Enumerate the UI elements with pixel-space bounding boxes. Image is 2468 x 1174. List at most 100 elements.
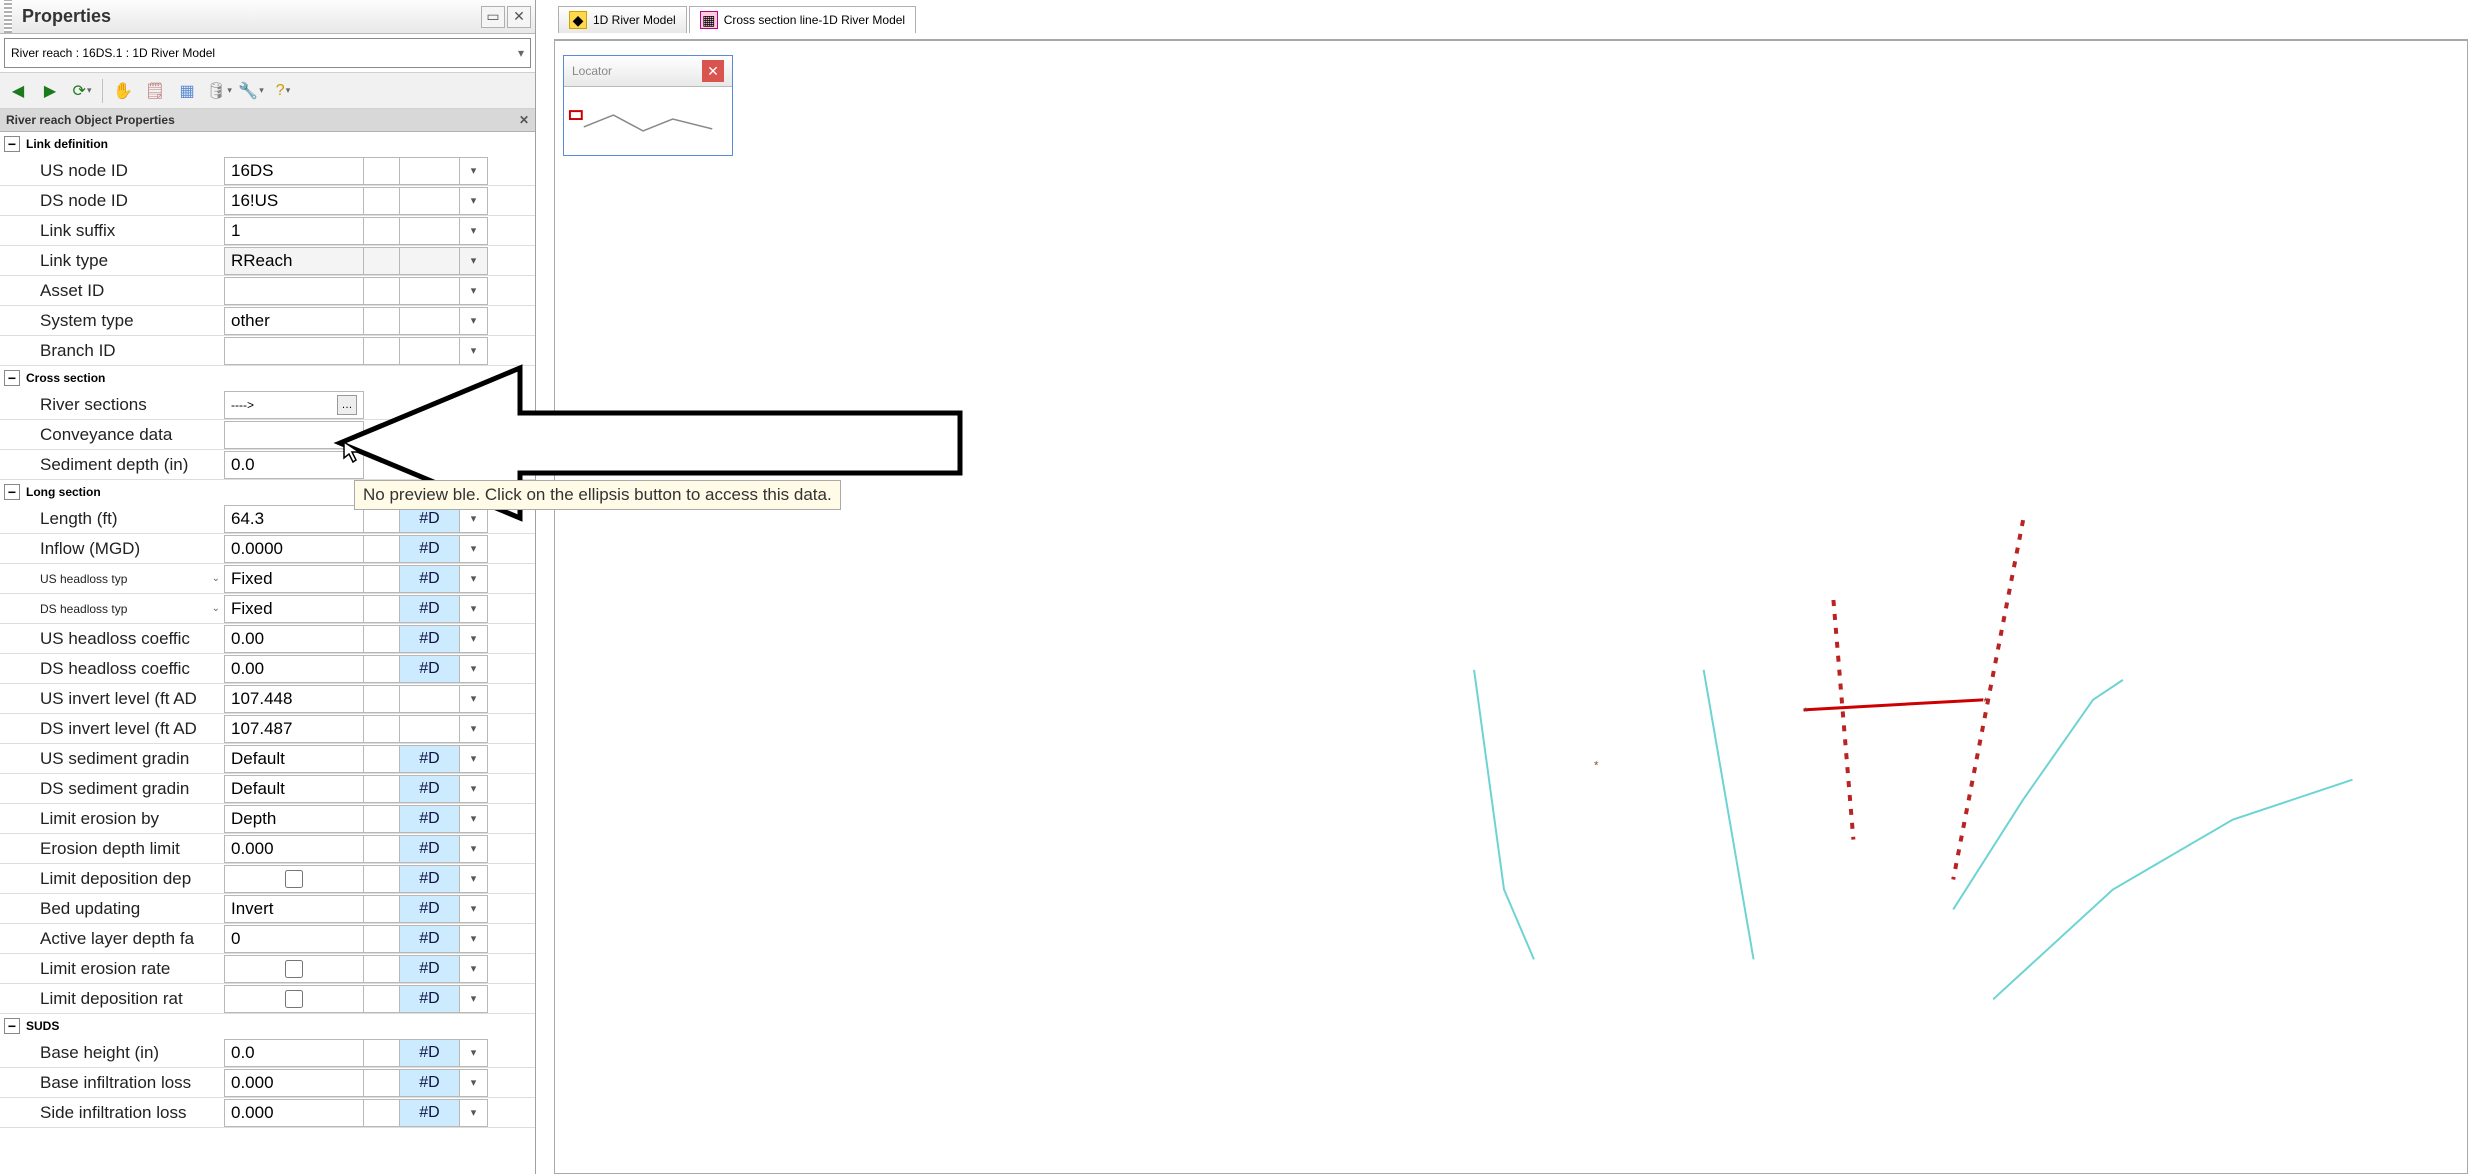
panel-title: Properties bbox=[18, 6, 479, 27]
flag-dropdown[interactable]: ▾ bbox=[460, 565, 488, 593]
flag-dropdown[interactable]: ▾ bbox=[460, 1069, 488, 1097]
us-node-id-input[interactable]: 16DS bbox=[224, 157, 364, 185]
notes-icon[interactable]: 🗒 bbox=[141, 77, 169, 105]
asset-id-input[interactable] bbox=[224, 277, 364, 305]
flag-dropdown[interactable]: ▾ bbox=[460, 805, 488, 833]
row-ds-invert: DS invert level (ft AD 107.487 ▾ bbox=[0, 714, 535, 744]
us-headloss-coef-input[interactable]: 0.00 bbox=[224, 625, 364, 653]
flag-dropdown[interactable]: ▾ bbox=[460, 895, 488, 923]
group-cross-section[interactable]: − Cross section bbox=[0, 366, 535, 390]
flag-dropdown[interactable]: ▾ bbox=[460, 925, 488, 953]
active-layer-depth-input[interactable]: 0 bbox=[224, 925, 364, 953]
flag-dropdown[interactable]: ▾ bbox=[460, 535, 488, 563]
collapse-icon[interactable]: − bbox=[4, 484, 20, 500]
prev-button[interactable]: ◀ bbox=[4, 77, 32, 105]
limit-dep-depth-check[interactable] bbox=[224, 865, 364, 893]
us-invert-input[interactable]: 107.448 bbox=[224, 685, 364, 713]
database-icon[interactable]: 🛢 bbox=[205, 77, 233, 105]
base-infil-input[interactable]: 0.000 bbox=[224, 1069, 364, 1097]
row-link-suffix: Link suffix 1 ▾ bbox=[0, 216, 535, 246]
flag-dropdown[interactable]: ▾ bbox=[460, 1099, 488, 1127]
group-label: Long section bbox=[26, 485, 101, 499]
flag-dropdown[interactable]: ▾ bbox=[460, 157, 488, 185]
flag-dropdown[interactable]: ▾ bbox=[460, 217, 488, 245]
flag-cell: #D bbox=[400, 745, 460, 773]
group-label: Cross section bbox=[26, 371, 105, 385]
refresh-button[interactable]: ⟳ bbox=[68, 77, 96, 105]
flag-dropdown[interactable]: ▾ bbox=[460, 865, 488, 893]
flag-dropdown[interactable]: ▾ bbox=[460, 337, 488, 365]
ds-headloss-type-input[interactable]: Fixed bbox=[224, 595, 364, 623]
limit-dep-rate-check[interactable] bbox=[224, 985, 364, 1013]
link-type-input[interactable]: RReach bbox=[224, 247, 364, 275]
ds-sed-grad-input[interactable]: Default bbox=[224, 775, 364, 803]
grid-icon[interactable]: ▦ bbox=[173, 77, 201, 105]
flag-dropdown[interactable]: ▾ bbox=[460, 955, 488, 983]
limit-erosion-by-input[interactable]: Depth bbox=[224, 805, 364, 833]
branch-id-input[interactable] bbox=[224, 337, 364, 365]
help-icon[interactable]: ? bbox=[269, 77, 297, 105]
flag-dropdown[interactable]: ▾ bbox=[460, 277, 488, 305]
next-button[interactable]: ▶ bbox=[36, 77, 64, 105]
ds-invert-input[interactable]: 107.487 bbox=[224, 715, 364, 743]
ds-headloss-coef-input[interactable]: 0.00 bbox=[224, 655, 364, 683]
tool-icon[interactable]: 🔧 bbox=[237, 77, 265, 105]
flag-dropdown[interactable]: ▾ bbox=[460, 715, 488, 743]
flag-cell: #D bbox=[400, 625, 460, 653]
length-input[interactable]: 64.3 bbox=[224, 505, 364, 533]
object-selector[interactable]: River reach : 16DS.1 : 1D River Model ▾ bbox=[4, 38, 531, 68]
flag-cell: #D bbox=[400, 955, 460, 983]
ds-node-id-input[interactable]: 16!US bbox=[224, 187, 364, 215]
collapse-icon[interactable]: − bbox=[4, 370, 20, 386]
erosion-depth-limit-input[interactable]: 0.000 bbox=[224, 835, 364, 863]
link-suffix-input[interactable]: 1 bbox=[224, 217, 364, 245]
group-suds[interactable]: − SUDS bbox=[0, 1014, 535, 1038]
row-limit-erosion-rate: Limit erosion rate #D ▾ bbox=[0, 954, 535, 984]
hand-icon[interactable]: ✋ bbox=[109, 77, 137, 105]
flag-cell: #D bbox=[400, 1039, 460, 1067]
tab-1d-river-model[interactable]: ◆ 1D River Model bbox=[558, 6, 687, 33]
flag-dropdown[interactable]: ▾ bbox=[460, 985, 488, 1013]
flag-cell: #D bbox=[400, 985, 460, 1013]
flag-dropdown[interactable]: ▾ bbox=[460, 1039, 488, 1067]
flag-dropdown[interactable]: ▾ bbox=[460, 835, 488, 863]
flag-dropdown[interactable]: ▾ bbox=[460, 247, 488, 275]
close-button[interactable]: ✕ bbox=[507, 6, 531, 28]
row-us-invert: US invert level (ft AD 107.448 ▾ bbox=[0, 684, 535, 714]
flag-dropdown[interactable]: ▾ bbox=[460, 685, 488, 713]
flag-dropdown[interactable]: ▾ bbox=[460, 655, 488, 683]
river-sections-cell[interactable]: ----> … bbox=[224, 391, 364, 419]
group-label: Link definition bbox=[26, 137, 108, 151]
bed-updating-input[interactable]: Invert bbox=[224, 895, 364, 923]
limit-erosion-rate-check[interactable] bbox=[224, 955, 364, 983]
us-sed-grad-input[interactable]: Default bbox=[224, 745, 364, 773]
ellipsis-button[interactable]: … bbox=[337, 395, 357, 415]
row-ds-node-id: DS node ID 16!US ▾ bbox=[0, 186, 535, 216]
flag-dropdown[interactable]: ▾ bbox=[460, 187, 488, 215]
map-canvas[interactable]: Locator ✕ * * * bbox=[554, 40, 2468, 1174]
maximize-button[interactable]: ▭ bbox=[481, 6, 505, 28]
side-infil-input[interactable]: 0.000 bbox=[224, 1099, 364, 1127]
collapse-icon[interactable]: − bbox=[4, 136, 20, 152]
inflow-input[interactable]: 0.0000 bbox=[224, 535, 364, 563]
cursor-icon bbox=[342, 440, 366, 464]
group-link-definition[interactable]: − Link definition bbox=[0, 132, 535, 156]
flag-cell: #D bbox=[400, 1069, 460, 1097]
flag-dropdown[interactable]: ▾ bbox=[460, 595, 488, 623]
flag-dropdown[interactable]: ▾ bbox=[460, 307, 488, 335]
properties-scroll[interactable]: − Link definition US node ID 16DS ▾ DS n… bbox=[0, 132, 535, 1168]
collapse-icon[interactable]: − bbox=[4, 1018, 20, 1034]
row-limit-dep-depth: Limit deposition dep #D ▾ bbox=[0, 864, 535, 894]
row-branch-id: Branch ID ▾ bbox=[0, 336, 535, 366]
tab-cross-section-line[interactable]: ▦ Cross section line-1D River Model bbox=[689, 6, 916, 33]
base-height-input[interactable]: 0.0 bbox=[224, 1039, 364, 1067]
us-headloss-type-input[interactable]: Fixed bbox=[224, 565, 364, 593]
flag-dropdown[interactable]: ▾ bbox=[460, 745, 488, 773]
section-close-icon[interactable]: ✕ bbox=[519, 113, 529, 127]
flag-dropdown[interactable]: ▾ bbox=[460, 775, 488, 803]
system-type-input[interactable]: other bbox=[224, 307, 364, 335]
object-selector-row: River reach : 16DS.1 : 1D River Model ▾ bbox=[0, 34, 535, 73]
row-conveyance: Conveyance data bbox=[0, 420, 535, 450]
grip-icon[interactable] bbox=[4, 0, 12, 33]
flag-dropdown[interactable]: ▾ bbox=[460, 625, 488, 653]
